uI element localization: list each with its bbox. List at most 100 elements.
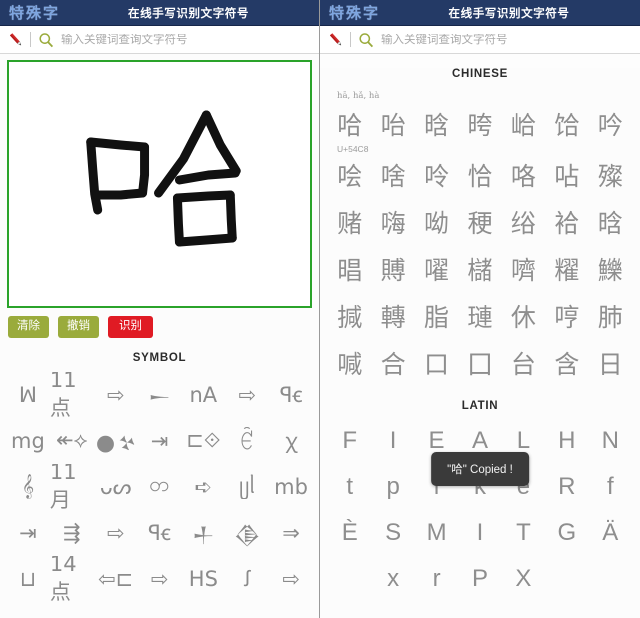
latin-character-cell[interactable]: Ä	[589, 510, 632, 556]
chinese-character-cell[interactable]: 吟	[589, 102, 632, 149]
chinese-character-cell[interactable]: 㨔	[328, 294, 371, 341]
search-input[interactable]	[381, 33, 634, 46]
latin-character-cell[interactable]: S	[371, 510, 414, 556]
symbol-cell[interactable]: တ	[138, 464, 182, 510]
symbol-cell[interactable]: 𒆠	[225, 510, 269, 556]
latin-character-cell[interactable]: T	[502, 510, 545, 556]
chinese-character-cell[interactable]: 休	[502, 294, 545, 341]
symbol-cell[interactable]: ⊔	[6, 556, 50, 602]
symbol-cell[interactable]: 𝄞	[6, 464, 50, 510]
latin-character-cell[interactable]: I	[371, 418, 414, 464]
chinese-character-cell[interactable]: 哼	[545, 294, 588, 341]
latin-character-cell[interactable]: F	[328, 418, 371, 464]
latin-character-cell[interactable]: r	[415, 556, 458, 602]
undo-button[interactable]: 撤销	[58, 316, 99, 338]
latin-character-cell[interactable]: t	[328, 464, 371, 510]
chinese-character-cell[interactable]: 嚁	[415, 247, 458, 294]
chinese-character-cell[interactable]: 呤	[415, 153, 458, 200]
symbol-cell[interactable]: ᴗᔕ	[94, 464, 138, 510]
chinese-character-cell[interactable]: 呫	[545, 153, 588, 200]
symbol-cell[interactable]: ⇨	[94, 510, 138, 556]
symbol-cell[interactable]: ⇦⊏	[94, 556, 138, 602]
chinese-character-cell[interactable]: 賻	[371, 247, 414, 294]
chinese-character-cell[interactable]: 口	[415, 341, 458, 388]
clear-button[interactable]: 清除	[8, 316, 49, 338]
chinese-character-cell[interactable]: 恰	[458, 153, 501, 200]
latin-character-cell[interactable]: È	[328, 510, 371, 556]
symbol-cell[interactable]: ⇨	[269, 556, 313, 602]
chinese-character-cell[interactable]: 晗	[589, 200, 632, 247]
symbol-cell[interactable]: ꟼꞓ	[269, 372, 313, 418]
symbol-cell[interactable]: 11点	[50, 372, 94, 418]
chinese-character-cell[interactable]: 稉	[458, 200, 501, 247]
symbol-cell[interactable]: ⊏⟐	[181, 418, 225, 464]
chinese-character-cell[interactable]: 轉	[371, 294, 414, 341]
chinese-character-cell[interactable]: 䊮	[545, 247, 588, 294]
chinese-character-cell[interactable]: 肺	[589, 294, 632, 341]
symbol-cell[interactable]: ⇥	[138, 418, 182, 464]
chinese-character-cell[interactable]: 璉	[458, 294, 501, 341]
handwriting-canvas[interactable]	[7, 60, 312, 308]
chinese-character-cell[interactable]: 哈	[328, 102, 371, 149]
chinese-character-cell[interactable]: 合	[371, 341, 414, 388]
symbol-cell[interactable]: ⇨	[138, 556, 182, 602]
symbol-cell[interactable]: ꭍ	[225, 556, 269, 602]
latin-character-cell[interactable]: x	[371, 556, 414, 602]
symbol-cell[interactable]: mg	[6, 418, 50, 464]
chinese-character-cell[interactable]: 晇	[458, 102, 501, 149]
symbol-cell[interactable]: ᥩᥣ	[225, 464, 269, 510]
symbol-cell[interactable]: 14点	[50, 556, 94, 602]
symbol-cell[interactable]: 𒀸	[138, 372, 182, 418]
symbol-cell[interactable]: ⇶	[50, 510, 94, 556]
latin-character-cell[interactable]: R	[545, 464, 588, 510]
pencil-icon[interactable]	[6, 31, 26, 49]
symbol-cell[interactable]: ꭓ	[269, 418, 313, 464]
symbol-cell[interactable]: 𒊹𒆳	[94, 418, 138, 464]
chinese-character-cell[interactable]: 脂	[415, 294, 458, 341]
chinese-character-cell[interactable]: 啥	[371, 153, 414, 200]
latin-character-cell[interactable]: G	[545, 510, 588, 556]
chinese-character-cell[interactable]: 晿	[328, 247, 371, 294]
chinese-character-cell[interactable]: 峆	[502, 102, 545, 149]
symbol-cell[interactable]: 𒈦	[181, 510, 225, 556]
chinese-character-cell[interactable]: 殩	[589, 153, 632, 200]
pencil-icon[interactable]	[326, 31, 346, 49]
recognize-button[interactable]: 识别	[108, 316, 153, 338]
chinese-character-cell[interactable]: 呦	[415, 200, 458, 247]
symbol-cell[interactable]: ⇨	[225, 372, 269, 418]
symbol-cell[interactable]: ⇨	[94, 372, 138, 418]
latin-character-cell[interactable]: M	[415, 510, 458, 556]
chinese-character-cell[interactable]: 台	[502, 341, 545, 388]
latin-character-cell[interactable]: X	[502, 556, 545, 602]
symbol-cell[interactable]: ꟼꞓ	[138, 510, 182, 556]
symbol-cell[interactable]: ↞⟡	[50, 418, 94, 464]
chinese-character-cell[interactable]: 鱳	[589, 247, 632, 294]
chinese-character-cell[interactable]: 绤	[502, 200, 545, 247]
latin-character-cell[interactable]: p	[371, 464, 414, 510]
chinese-character-cell[interactable]: 咍	[371, 102, 414, 149]
symbol-cell[interactable]: nA	[181, 372, 225, 418]
search-icon[interactable]	[38, 32, 54, 48]
symbol-cell[interactable]: ➪	[181, 464, 225, 510]
chinese-character-cell[interactable]: 含	[545, 341, 588, 388]
latin-character-cell[interactable]: I	[458, 510, 501, 556]
symbol-cell[interactable]: ꟽ	[6, 372, 50, 418]
chinese-character-cell[interactable]: 日	[589, 341, 632, 388]
symbol-cell[interactable]: HS	[181, 556, 225, 602]
chinese-character-cell[interactable]: 咯	[502, 153, 545, 200]
search-icon[interactable]	[358, 32, 374, 48]
chinese-character-cell[interactable]: 櫧	[458, 247, 501, 294]
chinese-character-cell[interactable]: 囗	[458, 341, 501, 388]
chinese-character-cell[interactable]: 赌	[328, 200, 371, 247]
symbol-cell[interactable]: ⇒	[269, 510, 313, 556]
chinese-character-cell[interactable]: 哙	[328, 153, 371, 200]
symbol-cell[interactable]: ⇥	[6, 510, 50, 556]
latin-character-cell[interactable]: N	[589, 418, 632, 464]
chinese-character-cell[interactable]: 嚌	[502, 247, 545, 294]
symbol-cell[interactable]: 11月	[50, 464, 94, 510]
symbol-cell[interactable]: ꑾ	[225, 418, 269, 464]
chinese-character-cell[interactable]: 晗	[415, 102, 458, 149]
chinese-character-cell[interactable]: 嗨	[371, 200, 414, 247]
latin-character-cell[interactable]: H	[545, 418, 588, 464]
latin-character-cell[interactable]: P	[458, 556, 501, 602]
